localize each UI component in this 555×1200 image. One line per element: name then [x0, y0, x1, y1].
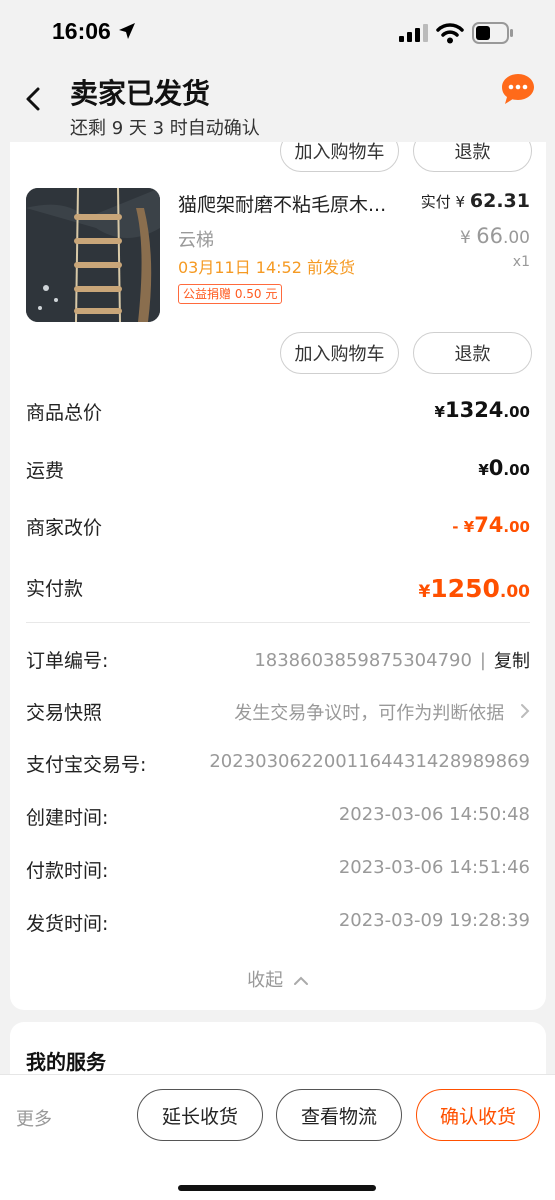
alipay-number-label: 支付宝交易号:: [26, 754, 147, 776]
order-number-value-group: 1838603859875304790 | 复制: [254, 647, 530, 673]
page-header: 卖家已发货 还剩 9 天 3 时自动确认: [0, 66, 555, 142]
chat-bubble-icon[interactable]: [500, 72, 536, 106]
shipping-row: 运费 ¥0.00: [26, 456, 530, 486]
currency: ¥: [478, 461, 489, 479]
amount-decimal: .00: [499, 582, 530, 602]
shipping-value: ¥0.00: [478, 456, 530, 480]
amount-integer: 1250: [430, 574, 500, 603]
item-quantity: x1: [512, 254, 530, 270]
refund-button-previous[interactable]: 退款: [413, 142, 532, 172]
orig-currency: ¥: [459, 228, 471, 248]
currency: ¥: [434, 403, 445, 421]
amount-decimal: .00: [503, 403, 530, 421]
amount-decimal: .00: [503, 518, 530, 536]
order-detail-card: 加入购物车 退款 猫爬架耐磨不粘毛原木... 云梯 03月11日 14:52 前…: [10, 142, 546, 1010]
confirm-receipt-button[interactable]: 确认收货: [416, 1089, 540, 1141]
chevron-right-icon: [521, 704, 530, 718]
shipped-time-label: 发货时间:: [26, 913, 109, 935]
paid-time-row: 付款时间: 2023-03-06 14:51:46: [26, 856, 530, 886]
actual-paid-value: ¥1250.00: [418, 574, 530, 603]
orig-integer: 66: [476, 224, 503, 248]
shipped-time-row: 发货时间: 2023-03-09 19:28:39: [26, 909, 530, 939]
order-number-value: 1838603859875304790: [254, 649, 472, 671]
battery-icon: [472, 22, 513, 44]
ship-deadline: 03月11日 14:52 前发货: [178, 258, 356, 277]
orig-decimal: .00: [502, 228, 530, 248]
auto-confirm-countdown: 还剩 9 天 3 时自动确认: [70, 118, 260, 139]
product-image[interactable]: [26, 188, 160, 322]
trade-snapshot-row[interactable]: 交易快照 发生交易争议时，可作为判断依据: [26, 698, 530, 728]
shipping-label: 运费: [26, 460, 65, 482]
paid-time-label: 付款时间:: [26, 860, 109, 882]
currency: - ¥: [452, 518, 475, 536]
paid-integer: 62: [469, 190, 497, 212]
order-number-label: 订单编号:: [26, 650, 109, 672]
actual-paid-label: 实付款: [26, 578, 84, 600]
refund-button[interactable]: 退款: [413, 332, 532, 374]
collapse-toggle[interactable]: 收起: [10, 966, 546, 992]
trade-snapshot-label: 交易快照: [26, 702, 103, 724]
seller-adjust-row: 商家改价 - ¥74.00: [26, 513, 530, 543]
divider: [26, 622, 530, 623]
more-button[interactable]: 更多: [16, 1105, 52, 1131]
status-time: 16:06: [52, 18, 111, 44]
goods-total-value: ¥1324.00: [435, 398, 530, 422]
add-to-cart-button[interactable]: 加入购物车: [280, 332, 399, 374]
paid-decimal: .31: [496, 190, 530, 212]
alipay-number-row: 支付宝交易号: 2023030622001164431428989869: [26, 750, 530, 780]
amount-integer: 1324: [444, 398, 504, 422]
shipped-time-value: 2023-03-09 19:28:39: [338, 910, 530, 931]
chevron-up-icon: [293, 976, 308, 985]
separator: |: [479, 649, 486, 671]
rope-ladder-image: [26, 188, 160, 322]
location-arrow-icon: [119, 23, 135, 39]
bottom-action-bar: 更多 延长收货 查看物流 确认收货: [0, 1074, 555, 1200]
goods-total-row: 商品总价 ¥1324.00: [26, 398, 530, 428]
charity-donation-tag: 公益捐赠 0.50 元: [178, 284, 283, 304]
item-paid-price: 实付 ¥ 62.31: [421, 190, 530, 212]
trade-snapshot-hint: 发生交易争议时，可作为判断依据: [234, 699, 530, 725]
paid-time-value: 2023-03-06 14:51:46: [338, 857, 530, 878]
goods-total-label: 商品总价: [26, 402, 103, 424]
currency: ¥: [418, 582, 431, 602]
created-time-label: 创建时间:: [26, 807, 109, 829]
back-chevron-icon[interactable]: [22, 86, 46, 112]
product-spec: 云梯: [178, 230, 214, 251]
amount-integer: 0: [488, 456, 504, 480]
item-original-price: ¥ 66.00: [460, 224, 530, 248]
status-bar: 16:06: [0, 0, 555, 66]
created-time-value: 2023-03-06 14:50:48: [338, 804, 530, 825]
cellular-signal-icon: [399, 24, 428, 42]
paid-currency: ¥: [455, 193, 466, 211]
my-services-card: 我的服务: [10, 1022, 546, 1082]
created-time-row: 创建时间: 2023-03-06 14:50:48: [26, 803, 530, 833]
collapse-label: 收起: [247, 970, 284, 991]
paid-label: 实付: [420, 193, 451, 211]
amount-integer: 74: [474, 513, 504, 537]
copy-order-number-button[interactable]: 复制: [494, 647, 530, 673]
view-logistics-button[interactable]: 查看物流: [276, 1089, 402, 1141]
seller-adjust-value: - ¥74.00: [452, 513, 530, 537]
extend-receipt-button[interactable]: 延长收货: [137, 1089, 263, 1141]
add-to-cart-button-previous[interactable]: 加入购物车: [280, 142, 399, 172]
amount-decimal: .00: [503, 461, 530, 479]
seller-adjust-label: 商家改价: [26, 517, 103, 539]
trade-snapshot-text: 发生交易争议时，可作为判断依据: [234, 703, 505, 724]
home-indicator: [178, 1185, 376, 1191]
page-title: 卖家已发货: [70, 77, 211, 110]
alipay-number-value: 2023030622001164431428989869: [209, 751, 530, 772]
my-services-title: 我的服务: [26, 1050, 106, 1074]
order-number-row: 订单编号: 1838603859875304790 | 复制: [26, 646, 530, 676]
actual-paid-row: 实付款 ¥1250.00: [26, 574, 530, 604]
wifi-icon: [436, 23, 464, 44]
product-name[interactable]: 猫爬架耐磨不粘毛原木...: [178, 190, 418, 217]
